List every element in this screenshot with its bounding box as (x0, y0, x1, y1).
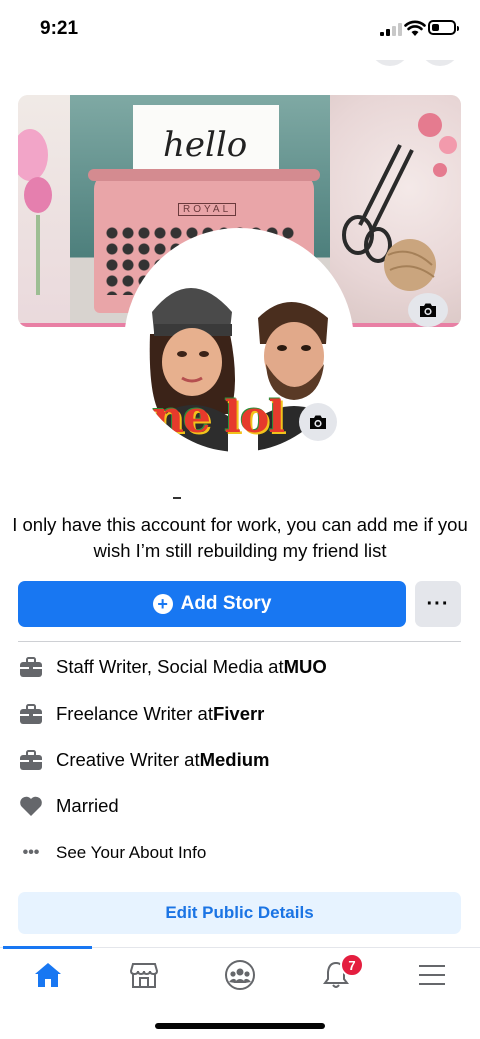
status-bar: 9:21 (0, 0, 480, 60)
profile-camera-button[interactable] (299, 403, 337, 441)
name-divider-dash (173, 497, 181, 499)
intro-item-text: Freelance Writer at (56, 703, 213, 724)
nav-menu[interactable] (384, 955, 480, 995)
add-story-button[interactable]: + Add Story (18, 581, 406, 627)
intro-item-work[interactable]: Creative Writer at Medium (18, 745, 269, 775)
camera-icon (420, 303, 436, 317)
intro-item-work[interactable]: Freelance Writer at Fiverr (18, 699, 264, 729)
camera-icon (310, 415, 326, 429)
add-story-label: Add Story (180, 593, 272, 614)
nav-groups[interactable] (192, 955, 288, 995)
home-indicator (155, 1023, 325, 1029)
more-dots-icon: ••• (22, 844, 40, 861)
menu-icon (419, 965, 445, 985)
intro-item-text: Married (56, 795, 119, 816)
plus-icon: + (152, 594, 173, 614)
briefcase-icon (18, 701, 44, 727)
intro-item-org[interactable]: Fiverr (213, 703, 264, 725)
intro-item-work[interactable]: Staff Writer, Social Media at MUO (18, 652, 327, 682)
briefcase-icon (18, 654, 44, 680)
typewriter-roller (88, 169, 320, 181)
intro-item-text: Creative Writer at (56, 749, 200, 770)
intro-item-org[interactable]: Medium (200, 749, 270, 771)
cover-camera-button[interactable] (408, 293, 448, 327)
edit-public-details-button[interactable]: Edit Public Details (18, 892, 461, 934)
flower-decoration (18, 129, 52, 295)
nav-notifications[interactable] (288, 955, 384, 995)
wifi-icon (404, 20, 426, 36)
profile-bio: I only have this account for work, you c… (12, 514, 468, 561)
see-about-label: See Your About Info (56, 843, 207, 862)
divider (18, 641, 461, 642)
intro-item-text: Staff Writer, Social Media at (56, 656, 284, 677)
avatar-overlay-text: ne lol (152, 392, 285, 443)
see-about-info-link[interactable]: ••• See Your About Info (18, 838, 207, 868)
battery-icon (428, 20, 459, 35)
heart-icon (18, 793, 44, 819)
nav-home[interactable] (0, 955, 96, 995)
signal-icon (380, 22, 402, 36)
scissors-decoration (342, 113, 457, 291)
notifications-badge: 7 (340, 953, 364, 977)
nav-active-indicator (3, 946, 92, 949)
more-options-button[interactable]: ··· (415, 581, 461, 627)
home-icon (35, 963, 61, 987)
status-time: 9:21 (40, 18, 79, 39)
intro-item-org[interactable]: MUO (284, 656, 327, 678)
briefcase-icon (18, 747, 44, 773)
groups-icon (225, 960, 255, 990)
marketplace-icon (129, 963, 159, 988)
typewriter-brand: ROYAL (178, 203, 237, 216)
paper-text: hello (163, 125, 248, 165)
nav-marketplace[interactable] (96, 955, 192, 995)
intro-item-relationship[interactable]: Married (18, 791, 119, 821)
